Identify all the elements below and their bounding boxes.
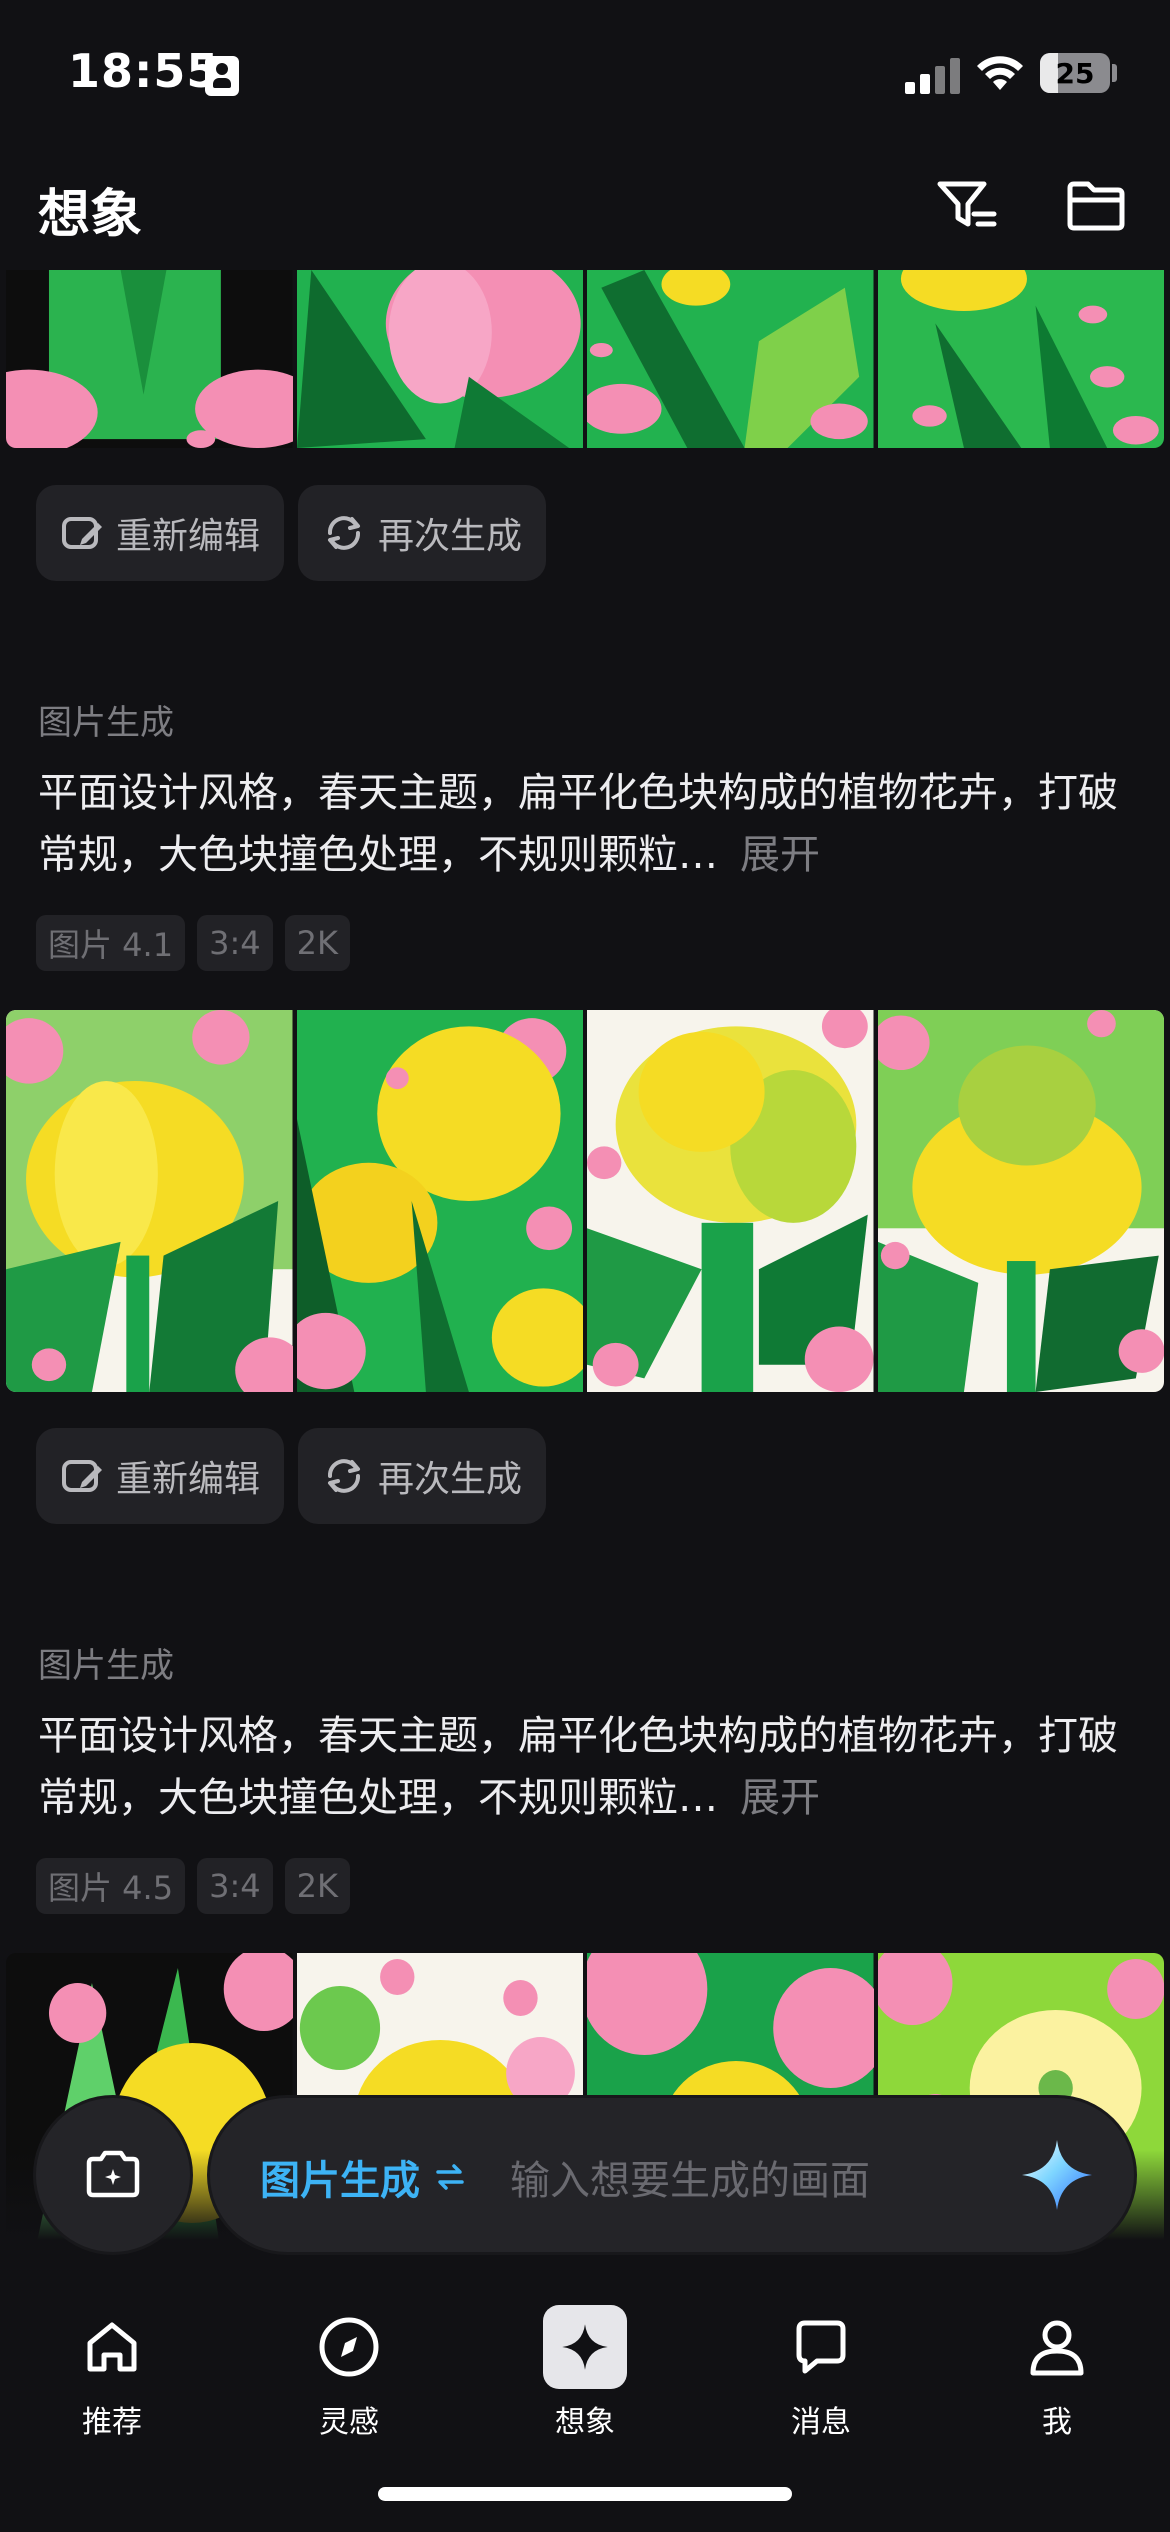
expand-link[interactable]: 展开	[740, 1775, 820, 1821]
mode-label: 图片生成	[260, 2158, 420, 2204]
battery-indicator: 25	[1040, 53, 1110, 93]
refresh-icon	[328, 516, 361, 550]
contact-card-icon	[205, 56, 239, 96]
edit-icon	[62, 517, 102, 549]
status-time: 18:55	[68, 44, 220, 98]
reedit-label: 重新编辑	[116, 516, 261, 557]
prompt-text: 平面设计风格，春天主题，扁平化色块构成的植物花卉，打破常规，大色块撞色处理，不规…	[38, 762, 1138, 886]
resolution-tag: 2K	[284, 915, 350, 971]
prompt-composer[interactable]: 图片生成 输入想要生成的画面	[210, 2098, 1134, 2252]
tab-label: 想象	[555, 2405, 615, 2440]
image-grid	[6, 270, 1164, 448]
tab-label: 灵感	[319, 2405, 379, 2440]
generated-image[interactable]	[587, 270, 874, 448]
generated-image[interactable]	[6, 1010, 293, 1392]
generated-image[interactable]	[296, 270, 583, 448]
status-bar: 18:55 25	[0, 0, 1170, 150]
tab-recommend[interactable]: 推荐	[32, 2285, 192, 2445]
battery-tip	[1112, 64, 1117, 82]
battery-percent: 25	[1055, 56, 1095, 90]
card-actions: 重新编辑 再次生成	[36, 1428, 547, 1524]
generated-image[interactable]	[6, 270, 293, 448]
tab-inspiration[interactable]: 灵感	[269, 2285, 429, 2445]
tag-list: 图片 4.5 3:4 2K	[36, 1858, 350, 1914]
reedit-button[interactable]: 重新编辑	[36, 1428, 285, 1524]
swap-icon	[436, 2164, 464, 2190]
compass-icon	[307, 2305, 391, 2389]
mode-selector[interactable]: 图片生成	[260, 2148, 466, 2206]
folder-button[interactable]	[1064, 174, 1128, 238]
wifi-icon	[977, 56, 1023, 90]
tag-list: 图片 4.1 3:4 2K	[36, 915, 350, 971]
card-type-label: 图片生成	[38, 703, 174, 743]
reedit-button[interactable]: 重新编辑	[36, 485, 285, 581]
generated-image[interactable]	[587, 1010, 874, 1392]
filter-button[interactable]	[934, 174, 998, 238]
resolution-tag: 2K	[284, 1858, 350, 1914]
sparkle-icon	[543, 2305, 627, 2389]
prompt-input[interactable]: 输入想要生成的画面	[510, 2148, 870, 2206]
screen: 18:55 25 想象 重新编辑 再次生成 图片生成 平面设计风格，春天主题，扁…	[0, 0, 1170, 2532]
tab-label: 推荐	[82, 2405, 142, 2440]
generation-feed[interactable]: 重新编辑 再次生成 图片生成 平面设计风格，春天主题，扁平化色块构成的植物花卉，…	[0, 270, 1170, 2240]
chat-icon	[779, 2305, 863, 2389]
regenerate-button[interactable]: 再次生成	[298, 485, 547, 581]
expand-link[interactable]: 展开	[740, 832, 820, 878]
card-type-label: 图片生成	[38, 1646, 174, 1686]
cellular-signal-icon	[905, 56, 961, 94]
sparkle-icon[interactable]	[1020, 2138, 1094, 2212]
prompt-text: 平面设计风格，春天主题，扁平化色块构成的植物花卉，打破常规，大色块撞色处理，不规…	[38, 1705, 1138, 1829]
generated-image[interactable]	[877, 1010, 1164, 1392]
model-tag: 图片 4.5	[36, 1858, 186, 1914]
folder-icon	[1067, 181, 1125, 231]
tab-label: 消息	[791, 2405, 851, 2440]
prompt-body: 平面设计风格，春天主题，扁平化色块构成的植物花卉，打破常规，大色块撞色处理，不规…	[38, 770, 1118, 878]
page-title: 想象	[38, 185, 143, 245]
tab-me[interactable]: 我	[977, 2285, 1137, 2445]
reedit-label: 重新编辑	[116, 1459, 261, 1500]
filter-icon	[937, 181, 997, 227]
image-grid	[6, 1010, 1164, 1392]
home-icon	[70, 2305, 154, 2389]
person-icon	[1015, 2305, 1099, 2389]
image-upload-button[interactable]	[36, 2098, 190, 2252]
regenerate-label: 再次生成	[378, 1459, 523, 1500]
camera-plus-icon	[86, 2150, 140, 2198]
prompt-body: 平面设计风格，春天主题，扁平化色块构成的植物花卉，打破常规，大色块撞色处理，不规…	[38, 1713, 1118, 1821]
generated-image[interactable]	[296, 1010, 583, 1392]
regenerate-button[interactable]: 再次生成	[298, 1428, 547, 1524]
tab-imagine[interactable]: 想象	[505, 2285, 665, 2445]
edit-icon	[62, 1460, 102, 1492]
tab-messages[interactable]: 消息	[741, 2285, 901, 2445]
header: 想象	[0, 160, 1170, 250]
generated-image[interactable]	[877, 270, 1164, 448]
model-tag: 图片 4.1	[36, 915, 186, 971]
card-actions: 重新编辑 再次生成	[36, 485, 547, 581]
refresh-icon	[328, 1459, 361, 1493]
regenerate-label: 再次生成	[378, 516, 523, 557]
tab-label: 我	[1042, 2405, 1072, 2440]
tab-bar: 推荐 灵感 想象 消息 我	[0, 2285, 1170, 2445]
home-indicator[interactable]	[378, 2487, 792, 2501]
ratio-tag: 3:4	[197, 915, 273, 971]
ratio-tag: 3:4	[197, 1858, 273, 1914]
